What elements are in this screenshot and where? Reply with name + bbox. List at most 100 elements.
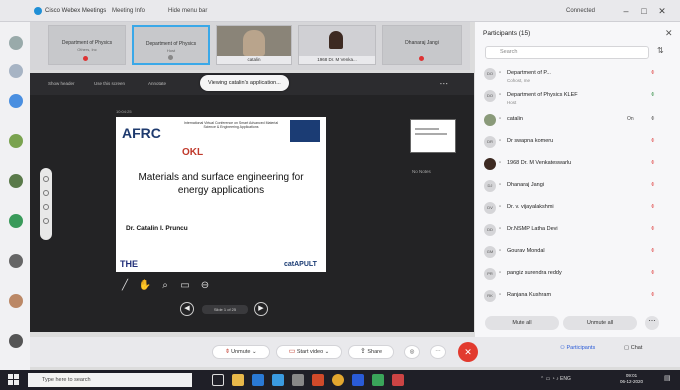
maximize-icon[interactable]: □ [638,5,650,17]
webex-taskbar-icon[interactable] [372,374,384,386]
pen-icon[interactable]: ╱ [118,279,132,293]
window-controls-icon[interactable]: ▪ ▪ ▪ [440,81,447,86]
share-toolbar-item[interactable]: Use this screen [94,81,125,86]
participant-row[interactable]: ▫ catalin On ⌽ [475,110,675,131]
participants-button[interactable]: ⚇ Participants [560,345,595,351]
clock-date: 06-12-2020 [620,379,644,384]
taskbar-search-input[interactable]: Type here to search [28,373,192,387]
mic-off-icon[interactable]: ⌽ [651,292,655,299]
mail-icon[interactable] [272,374,284,386]
share-button[interactable]: ⇪ Share [348,345,394,359]
participant-row[interactable]: GM ▫ Gourav Mondal ⌽ [475,242,675,263]
more-options-icon[interactable]: ⋯ [645,316,659,330]
notification-icon[interactable]: ▤ [664,374,674,386]
hide-menu-bar-menu[interactable]: Hide menu bar [168,8,207,14]
back-icon[interactable] [9,36,23,50]
notes-text: No Notes [412,169,431,174]
participant-row[interactable]: DO ▫ Department of Physics KLEF Host ⌽ [475,86,675,107]
task-view-icon[interactable] [212,374,224,386]
color-tool-icon[interactable] [43,218,49,224]
unmute-all-button[interactable]: Unmute all [563,316,637,330]
previous-slide-icon[interactable]: ◀ [180,302,194,316]
desktop-icon[interactable] [9,94,23,108]
clock[interactable]: 09:01 06-12-2020 [620,373,643,385]
video-tile[interactable]: 1968 Dr. M Venka... [298,25,376,65]
file-explorer-icon[interactable] [232,374,244,386]
sort-icon[interactable]: ⇅ [657,46,664,55]
minimize-icon[interactable]: – [620,5,632,17]
video-tile[interactable]: catalin [216,25,292,65]
participant-row[interactable]: DV ▫ Dr. v. vijayalakshmi ⌽ [475,198,675,219]
participant-row[interactable]: PR ▫ pangiz surendra reddy ⌽ [475,264,675,285]
participant-row[interactable]: RK ▫ Ranjana Kushram ⌽ [475,286,675,307]
share-toolbar-item[interactable]: Annotate [148,81,166,86]
desktop-icon[interactable] [9,134,23,148]
start-video-label: Start video [296,349,324,355]
participant-row[interactable]: DJ ▫ Dhanaraj Jangi ⌽ [475,176,675,197]
participant-row[interactable]: DR ▫ Dr swapna komeru ⌽ [475,132,675,153]
participant-row[interactable]: DD ▫ Dr.NSMP Latha Devi ⌽ [475,220,675,241]
chat-button[interactable]: ▢ Chat [624,345,642,351]
connection-status[interactable]: Connected [566,8,595,14]
chrome-icon[interactable] [332,374,344,386]
participant-name: Dr swapna komeru [507,138,554,144]
end-call-icon[interactable]: ✕ [458,342,478,362]
slide-time: 10:04:25 [116,109,132,114]
participant-row[interactable]: DO ▫ Department of P... Cohost, me ⌽ [475,64,675,85]
slide-thumbnail[interactable] [410,119,456,153]
next-slide-icon[interactable]: ▶ [254,302,268,316]
pen-tool-icon[interactable] [43,176,49,182]
mic-off-icon: ⌽ [225,348,230,355]
mute-all-button[interactable]: Mute all [485,316,559,330]
device-icon: ▫ [499,70,502,76]
mic-off-icon[interactable]: ⌽ [651,204,655,211]
edge-icon[interactable] [252,374,264,386]
mic-off-icon[interactable]: ⌽ [651,138,655,145]
okl-logo: OKL [182,147,204,158]
desktop-icon[interactable] [9,294,23,308]
video-tile[interactable]: Dhanaraj Jangi [382,25,462,65]
mic-on-icon[interactable]: ⌽ [651,92,655,99]
desktop-icon[interactable] [9,214,23,228]
device-icon: ▫ [499,292,502,298]
powerpoint-icon[interactable] [392,374,404,386]
desktop-icon[interactable] [9,254,23,268]
more-options-icon[interactable]: ⊖ [198,279,212,293]
share-toolbar-item[interactable]: Show header [48,81,75,86]
mic-off-icon[interactable]: ⌽ [651,182,655,189]
record-icon[interactable]: ◎ [404,345,420,359]
system-tray[interactable]: ⌃ ▭ ◔ ♪ ENG [540,376,571,382]
zoom-icon[interactable]: ⌕ [158,279,172,293]
close-panel-icon[interactable]: ✕ [665,28,673,39]
office-icon[interactable] [312,374,324,386]
store-icon[interactable] [292,374,304,386]
participant-row[interactable]: ▫ 1968 Dr. M Venkateswarlu ⌽ [475,154,675,175]
thumbnail-line [415,133,447,135]
mic-off-icon[interactable]: ⌽ [651,248,655,255]
video-tile-active[interactable]: Department of Physics Host [132,25,210,65]
hand-icon[interactable]: ✋ [138,279,152,293]
pointer-tool-icon[interactable] [43,190,49,196]
desktop-icon[interactable] [9,174,23,188]
windows-start-icon[interactable] [8,374,20,386]
participant-search-input[interactable]: Search [485,46,649,59]
eraser-tool-icon[interactable] [43,204,49,210]
the-logo: THE [120,259,138,269]
unmute-button[interactable]: ⌽ Unmute ⌄ [212,345,270,359]
mic-off-icon[interactable]: ⌽ [651,160,655,167]
desktop-icon[interactable] [9,334,23,348]
start-video-button[interactable]: ▭ Start video ⌄ [276,345,342,359]
mic-on-icon[interactable]: ⌽ [651,116,655,123]
mic-off-icon[interactable]: ⌽ [651,226,655,233]
participants-header[interactable]: Participants (15) [483,30,530,37]
screen-icon[interactable]: ▭ [178,279,192,293]
avatar: DV [484,202,496,214]
word-icon[interactable] [352,374,364,386]
more-options-icon[interactable]: ⋯ [430,345,446,359]
desktop-icon[interactable] [9,64,23,78]
meeting-info-menu[interactable]: Meeting Info [112,8,145,14]
mic-off-icon[interactable]: ⌽ [651,70,655,77]
mic-off-icon[interactable]: ⌽ [651,270,655,277]
close-icon[interactable]: ✕ [656,5,668,17]
video-tile[interactable]: Department of Physics Others, Inc [48,25,126,65]
